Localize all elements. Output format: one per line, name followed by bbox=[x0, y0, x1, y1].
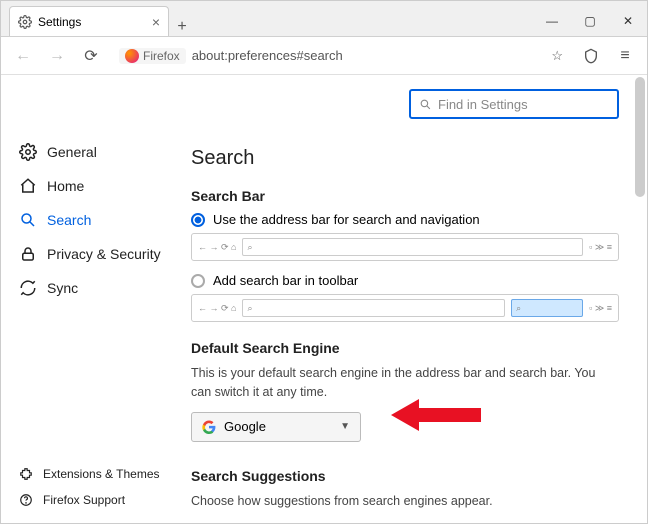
sync-icon bbox=[19, 279, 37, 297]
sidebar-item-label: Extensions & Themes bbox=[43, 467, 160, 481]
radio-label: Add search bar in toolbar bbox=[213, 273, 358, 288]
badge-label: Firefox bbox=[143, 49, 180, 63]
radio-search-bar[interactable]: Add search bar in toolbar bbox=[191, 273, 619, 288]
puzzle-icon bbox=[19, 467, 33, 481]
new-tab-button[interactable]: + bbox=[169, 18, 195, 36]
pocket-button[interactable] bbox=[577, 42, 605, 70]
default-engine-select[interactable]: Google ▼ bbox=[191, 412, 361, 442]
sidebar-item-label: Privacy & Security bbox=[47, 246, 161, 262]
settings-sidebar: General Home Search Privacy & Security S… bbox=[1, 75, 181, 523]
search-bar-preview: ← → ⟳ ⌂ ⌕ ⌕ ▫ ≫ ≡ bbox=[191, 294, 619, 322]
reload-button[interactable]: ⟳ bbox=[77, 42, 105, 70]
google-logo-icon bbox=[202, 420, 216, 434]
minimize-button[interactable]: — bbox=[533, 6, 571, 36]
scrollbar-thumb[interactable] bbox=[635, 77, 645, 197]
find-placeholder: Find in Settings bbox=[438, 97, 528, 112]
select-value: Google bbox=[224, 419, 266, 434]
search-icon: ⌕ bbox=[247, 303, 252, 314]
tab-title: Settings bbox=[38, 15, 81, 29]
radio-label: Use the address bar for search and navig… bbox=[213, 212, 480, 227]
chevron-down-icon: ▼ bbox=[340, 421, 350, 432]
home-icon bbox=[19, 177, 37, 195]
sidebar-item-support[interactable]: Firefox Support bbox=[1, 487, 181, 513]
gear-icon bbox=[18, 15, 32, 29]
firefox-logo-icon bbox=[125, 49, 139, 63]
back-button[interactable]: ← bbox=[9, 42, 37, 70]
search-icon: ⌕ bbox=[516, 303, 521, 314]
settings-main: Find in Settings Search Search Bar Use t… bbox=[181, 75, 647, 523]
radio-icon bbox=[191, 274, 205, 288]
section-searchbar-title: Search Bar bbox=[191, 188, 619, 204]
sidebar-item-label: Firefox Support bbox=[43, 493, 125, 507]
menu-button[interactable]: ≡ bbox=[611, 42, 639, 70]
bookmark-star-icon[interactable]: ☆ bbox=[551, 48, 563, 64]
url-bar[interactable]: Firefox about:preferences#search ☆ bbox=[111, 42, 571, 70]
sidebar-item-sync[interactable]: Sync bbox=[1, 271, 181, 305]
close-tab-icon[interactable]: × bbox=[152, 14, 160, 30]
radio-icon bbox=[191, 213, 205, 227]
find-in-settings-input[interactable]: Find in Settings bbox=[409, 89, 619, 119]
radio-address-bar[interactable]: Use the address bar for search and navig… bbox=[191, 212, 619, 227]
window-titlebar: Settings × + — ▢ ✕ bbox=[1, 1, 647, 37]
help-icon bbox=[19, 493, 33, 507]
browser-toolbar: ← → ⟳ Firefox about:preferences#search ☆… bbox=[1, 37, 647, 75]
sidebar-item-label: Search bbox=[47, 212, 91, 228]
sidebar-item-general[interactable]: General bbox=[1, 135, 181, 169]
search-icon bbox=[19, 211, 37, 229]
gear-icon bbox=[19, 143, 37, 161]
sidebar-item-extensions[interactable]: Extensions & Themes bbox=[1, 461, 181, 487]
sidebar-item-label: Home bbox=[47, 178, 84, 194]
forward-button[interactable]: → bbox=[43, 42, 71, 70]
sidebar-item-privacy[interactable]: Privacy & Security bbox=[1, 237, 181, 271]
sidebar-item-label: Sync bbox=[47, 280, 78, 296]
section-engine-desc: This is your default search engine in th… bbox=[191, 364, 619, 402]
sidebar-item-label: General bbox=[47, 144, 97, 160]
close-window-button[interactable]: ✕ bbox=[609, 6, 647, 36]
maximize-button[interactable]: ▢ bbox=[571, 6, 609, 36]
page-heading: Search bbox=[191, 147, 619, 170]
search-icon bbox=[419, 98, 432, 111]
section-suggestions-desc: Choose how suggestions from search engin… bbox=[191, 492, 619, 511]
address-bar-preview: ← → ⟳ ⌂ ⌕ ▫ ≫ ≡ bbox=[191, 233, 619, 261]
firefox-badge: Firefox bbox=[119, 48, 186, 64]
lock-icon bbox=[19, 245, 37, 263]
sidebar-item-home[interactable]: Home bbox=[1, 169, 181, 203]
sidebar-item-search[interactable]: Search bbox=[1, 203, 181, 237]
browser-tab[interactable]: Settings × bbox=[9, 6, 169, 36]
section-suggestions-title: Search Suggestions bbox=[191, 468, 619, 484]
search-icon: ⌕ bbox=[247, 242, 252, 253]
section-engine-title: Default Search Engine bbox=[191, 340, 619, 356]
url-text: about:preferences#search bbox=[192, 48, 343, 63]
